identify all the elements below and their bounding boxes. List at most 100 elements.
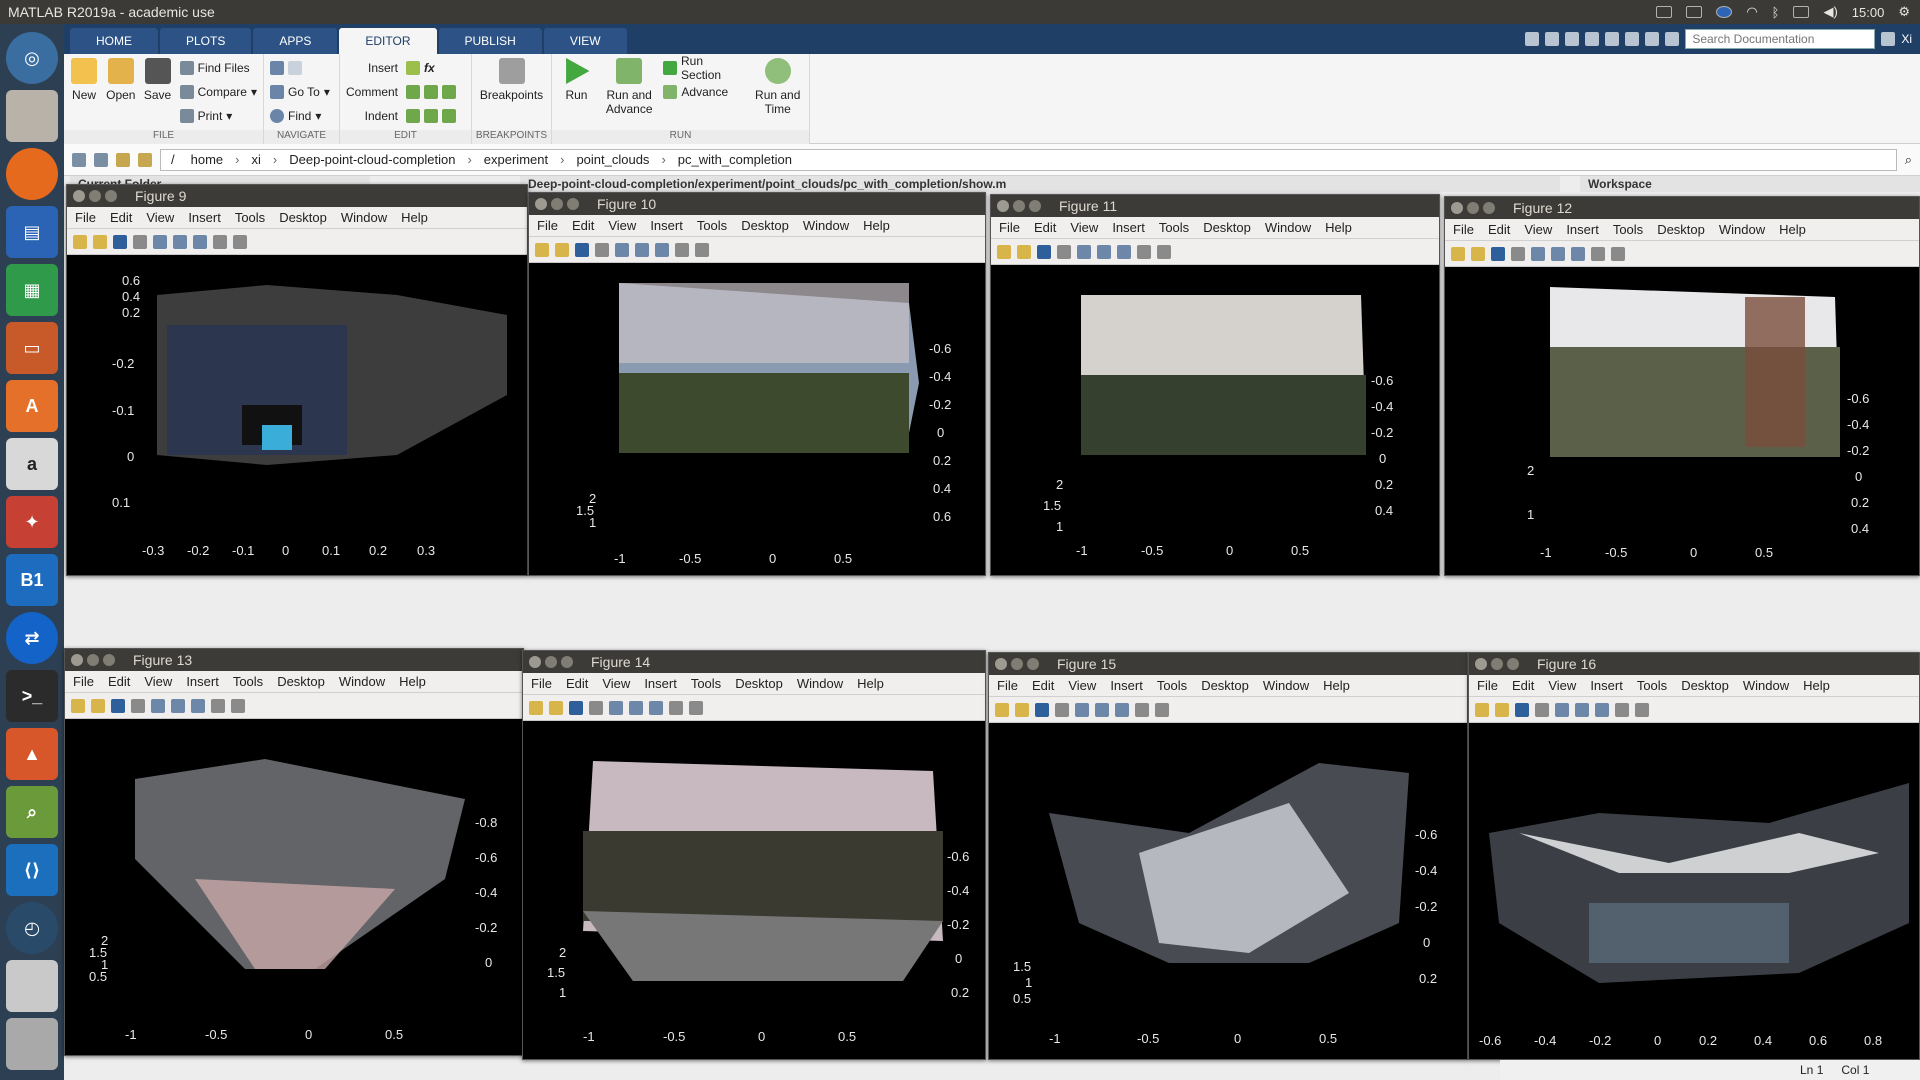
menu-view[interactable]: View xyxy=(1068,678,1096,693)
close-icon[interactable] xyxy=(73,190,85,202)
save-figure-icon[interactable] xyxy=(111,698,125,713)
software-center-icon[interactable]: A xyxy=(6,380,58,432)
smart-indent-icon[interactable] xyxy=(406,109,421,123)
edit-plot-icon[interactable] xyxy=(1591,246,1605,261)
print-figure-icon[interactable] xyxy=(595,242,609,257)
menu-desktop[interactable]: Desktop xyxy=(1203,220,1251,235)
files-icon[interactable] xyxy=(6,90,58,142)
save-button[interactable]: Save xyxy=(143,58,171,102)
open-file-icon[interactable] xyxy=(1017,244,1031,259)
menu-tools[interactable]: Tools xyxy=(233,674,263,689)
tab-apps[interactable]: APPS xyxy=(253,28,338,54)
comment-icon[interactable] xyxy=(406,85,421,99)
save-figure-icon[interactable] xyxy=(1037,244,1051,259)
menu-view[interactable]: View xyxy=(608,218,636,233)
menu-tools[interactable]: Tools xyxy=(1157,678,1187,693)
go-to-button[interactable]: Go To ▾ xyxy=(270,82,330,102)
insert-button[interactable]: Insert xyxy=(368,58,398,78)
search-documentation-input[interactable] xyxy=(1685,29,1876,49)
decrease-indent-icon[interactable] xyxy=(442,109,457,123)
menu-edit[interactable]: Edit xyxy=(572,218,594,233)
point-cloud-plot[interactable]: -1 -0.5 0 0.5 2 1 -0.6 -0.4 -0.2 0 0.2 0… xyxy=(1445,267,1919,575)
increase-indent-icon[interactable] xyxy=(424,109,439,123)
new-figure-icon[interactable] xyxy=(1451,246,1465,261)
insert-colorbar-icon[interactable] xyxy=(1095,702,1109,717)
link-plot-icon[interactable] xyxy=(153,234,167,249)
insert-legend-icon[interactable] xyxy=(649,700,663,715)
menu-window[interactable]: Window xyxy=(1265,220,1311,235)
figure-title-bar[interactable]: Figure 15 xyxy=(989,653,1467,675)
link-plot-icon[interactable] xyxy=(151,698,165,713)
insert-legend-icon[interactable] xyxy=(193,234,207,249)
open-file-icon[interactable] xyxy=(555,242,569,257)
menu-file[interactable]: File xyxy=(999,220,1020,235)
settings-gear-icon[interactable]: ⚙ xyxy=(1898,4,1910,20)
edit-plot-icon[interactable] xyxy=(669,700,683,715)
paste-icon[interactable] xyxy=(1585,32,1600,46)
save-icon[interactable] xyxy=(1525,32,1540,46)
minimize-icon[interactable] xyxy=(1467,202,1479,214)
property-inspector-icon[interactable] xyxy=(689,700,703,715)
edit-plot-icon[interactable] xyxy=(675,242,689,257)
menu-window[interactable]: Window xyxy=(1719,222,1765,237)
matlab-icon[interactable]: ▲ xyxy=(6,728,58,780)
new-figure-icon[interactable] xyxy=(73,234,87,249)
up-folder-icon[interactable] xyxy=(116,152,130,167)
menu-file[interactable]: File xyxy=(997,678,1018,693)
figure-window[interactable]: Figure 11 File Edit View Insert Tools De… xyxy=(990,194,1440,576)
wrap-comment-icon[interactable] xyxy=(442,85,457,99)
menu-tools[interactable]: Tools xyxy=(235,210,265,225)
tab-view[interactable]: VIEW xyxy=(543,28,627,54)
open-file-icon[interactable] xyxy=(93,234,107,249)
cut-icon[interactable] xyxy=(1545,32,1560,46)
close-icon[interactable] xyxy=(995,658,1007,670)
print-figure-icon[interactable] xyxy=(133,234,147,249)
menu-view[interactable]: View xyxy=(602,676,630,691)
menu-edit[interactable]: Edit xyxy=(108,674,130,689)
new-figure-icon[interactable] xyxy=(71,698,85,713)
save-figure-icon[interactable] xyxy=(1515,702,1529,717)
battery-icon[interactable] xyxy=(1793,6,1810,18)
print-figure-icon[interactable] xyxy=(1055,702,1069,717)
indent-button[interactable]: Indent xyxy=(365,106,398,126)
switch-windows-icon[interactable] xyxy=(1645,32,1660,46)
fx-icon[interactable]: fx xyxy=(424,61,435,75)
terminal-icon[interactable]: >_ xyxy=(6,670,58,722)
point-cloud-plot[interactable]: -0.6 -0.4 -0.2 0 0.2 0.4 0.6 0.8 xyxy=(1469,723,1919,1059)
user-menu[interactable]: Xi xyxy=(1901,32,1912,46)
figure-title-bar[interactable]: Figure 16 xyxy=(1469,653,1919,675)
insert-colorbar-icon[interactable] xyxy=(173,234,187,249)
uncomment-icon[interactable] xyxy=(424,85,439,99)
figure-title-bar[interactable]: Figure 13 xyxy=(65,649,523,671)
breadcrumb-pc-with-completion[interactable]: pc_with_completion xyxy=(674,152,796,167)
open-file-icon[interactable] xyxy=(1495,702,1509,717)
vscode-icon[interactable]: ⟨⟩ xyxy=(6,844,58,896)
calc-icon[interactable]: ▦ xyxy=(6,264,58,316)
run-and-time-button[interactable]: Run and Time xyxy=(752,58,803,116)
forward-icon[interactable] xyxy=(94,152,108,167)
menu-window[interactable]: Window xyxy=(1743,678,1789,693)
figure-window[interactable]: Figure 14 File Edit View Insert Tools De… xyxy=(522,650,986,1060)
insert-colorbar-icon[interactable] xyxy=(629,700,643,715)
path-breadcrumb[interactable]: / home › xi › Deep-point-cloud-completion ›… xyxy=(160,148,1897,171)
breadcrumb-home[interactable]: home xyxy=(187,152,228,167)
breadcrumb-point-clouds[interactable]: point_clouds xyxy=(572,152,653,167)
insert-section-icon[interactable] xyxy=(406,61,421,75)
figure-window[interactable]: Figure 13 File Edit View Insert Tools De… xyxy=(64,648,524,1056)
bluetooth-icon[interactable]: ᛒ xyxy=(1772,5,1780,20)
new-figure-icon[interactable] xyxy=(535,242,549,257)
maximize-icon[interactable] xyxy=(1507,658,1519,670)
firefox-icon[interactable] xyxy=(6,148,58,200)
print-figure-icon[interactable] xyxy=(589,700,603,715)
menu-edit[interactable]: Edit xyxy=(1034,220,1056,235)
point-cloud-plot[interactable]: -1 -0.5 0 0.5 2 1.5 1 -0.6 -0.4 -0.2 0 0… xyxy=(991,265,1439,575)
menu-tools[interactable]: Tools xyxy=(691,676,721,691)
save-figure-icon[interactable] xyxy=(569,700,583,715)
property-inspector-icon[interactable] xyxy=(1611,246,1625,261)
maximize-icon[interactable] xyxy=(105,190,117,202)
menu-edit[interactable]: Edit xyxy=(1032,678,1054,693)
breadcrumb-project[interactable]: Deep-point-cloud-completion xyxy=(285,152,459,167)
image-viewer-icon[interactable]: ⌕ xyxy=(6,786,58,838)
link-plot-icon[interactable] xyxy=(1555,702,1569,717)
menu-view[interactable]: View xyxy=(1548,678,1576,693)
